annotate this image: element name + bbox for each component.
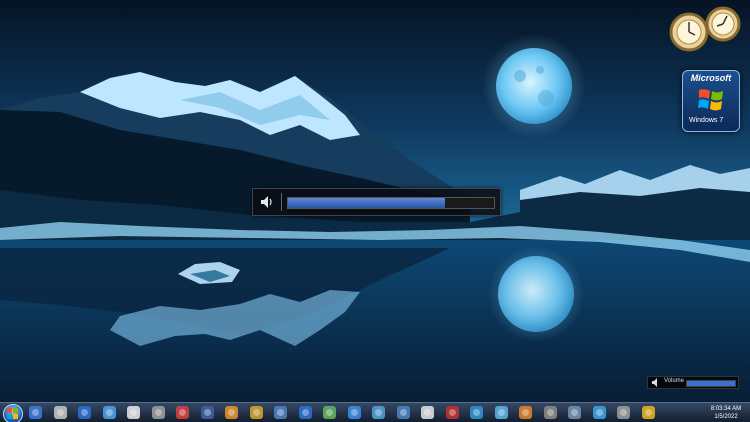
tray-time: 8:03:34 AM <box>710 406 742 412</box>
mail-globe-icon[interactable] <box>469 405 484 420</box>
speaker-icon <box>261 196 272 208</box>
windows-logo-icon <box>7 408 18 419</box>
volume-mini-label: Volume <box>664 378 685 384</box>
disc-icon[interactable] <box>151 405 166 420</box>
clock-gadget[interactable] <box>667 4 747 54</box>
internet-explorer-icon[interactable] <box>347 405 362 420</box>
volume-osd[interactable] <box>252 188 501 216</box>
start-button[interactable] <box>3 404 23 422</box>
connect-icon[interactable] <box>396 405 411 420</box>
moon <box>496 48 572 124</box>
volume-mini-fill <box>687 381 735 386</box>
windows-logo-gadget[interactable]: Microsoft Windows 7 <box>682 70 740 132</box>
pirate-icon[interactable] <box>420 405 435 420</box>
taskbar: 8:03:34 AM 1/5/2022 <box>0 402 750 422</box>
logo-brand-text: Microsoft <box>690 73 732 83</box>
torch-icon[interactable] <box>616 405 631 420</box>
speaker-icon <box>652 378 657 387</box>
osd-separator <box>281 193 282 211</box>
media-center-icon[interactable] <box>77 405 92 420</box>
firefox-icon[interactable] <box>518 405 533 420</box>
painter-palette-icon[interactable] <box>224 405 239 420</box>
tray-date: 1/5/2022 <box>714 414 738 420</box>
messenger-icon[interactable] <box>371 405 386 420</box>
cloud-icon[interactable] <box>567 405 582 420</box>
logo-product-text: Windows 7 <box>689 117 724 124</box>
volume-mini-slider[interactable] <box>686 380 736 387</box>
chrome-icon[interactable] <box>641 405 656 420</box>
tray-clock[interactable]: 8:03:34 AM 1/5/2022 <box>704 405 748 421</box>
windows-flag-icon <box>698 89 723 111</box>
screenshot-skull-icon[interactable] <box>53 405 68 420</box>
globe-tools-icon[interactable] <box>273 405 288 420</box>
flag-icon[interactable] <box>445 405 460 420</box>
volume-osd-fill <box>288 198 445 208</box>
hp-icon[interactable] <box>298 405 313 420</box>
circle-app-icon[interactable] <box>592 405 607 420</box>
desktop[interactable]: Microsoft Windows 7 Volume 8:03:34 AM 1/… <box>0 0 750 422</box>
volume-mini-gadget[interactable]: Volume <box>647 376 739 389</box>
disc-drive-icon[interactable] <box>543 405 558 420</box>
windows-explorer-icon[interactable] <box>28 405 43 420</box>
shaded-folder-icon[interactable] <box>200 405 215 420</box>
monitor-icon[interactable] <box>102 405 117 420</box>
film-icon[interactable] <box>175 405 190 420</box>
paint-bucket-icon[interactable] <box>249 405 264 420</box>
dollar-icon[interactable] <box>126 405 141 420</box>
moon-reflection <box>498 256 574 332</box>
network-icon[interactable] <box>494 405 509 420</box>
battery-icon[interactable] <box>322 405 337 420</box>
volume-osd-slider[interactable] <box>287 197 495 209</box>
